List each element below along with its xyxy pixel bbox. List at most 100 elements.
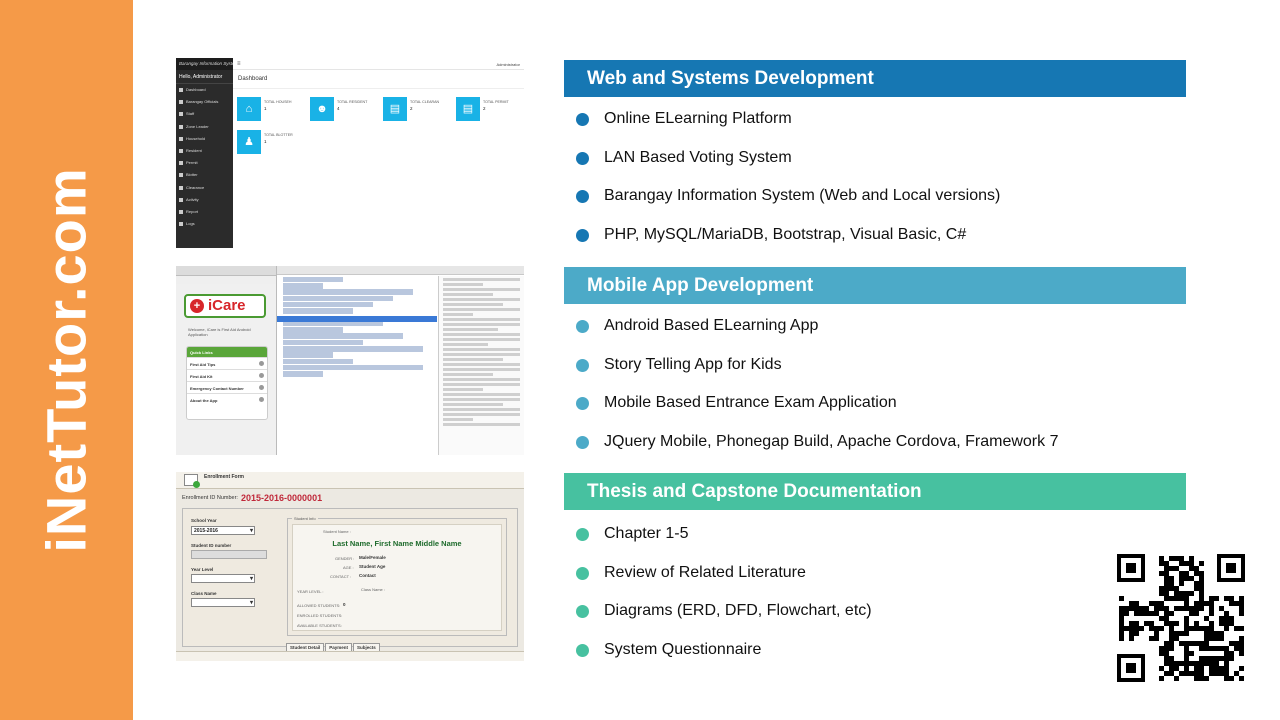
year-level-label: Year Level [191, 567, 214, 572]
qr-module [1159, 676, 1164, 681]
qr-module [1199, 606, 1204, 611]
stat-value: 2 [483, 106, 486, 111]
qr-module [1204, 676, 1209, 681]
list-item: PHP, MySQL/MariaDB, Bootstrap, Visual Ba… [576, 225, 1196, 264]
thesis-services-list: Chapter 1-5 Review of Related Literature… [576, 524, 1196, 678]
qr-module [1189, 591, 1194, 596]
bullet-dot [576, 435, 589, 449]
student-id-label: Student ID number [191, 543, 232, 548]
qr-finder [1117, 554, 1145, 582]
qr-module [1184, 631, 1189, 636]
web-services-list: Online ELearning Platform LAN Based Voti… [576, 109, 1196, 263]
stat-tile: ▤ TOTAL PERMIT 2 [456, 97, 522, 121]
list-item: First Aid Kit [187, 369, 267, 381]
qr-module [1219, 636, 1224, 641]
quick-links-panel: Quick Links First Aid Tips First Aid Kit… [186, 346, 268, 420]
dashboard-menu-item: Permit [176, 157, 233, 169]
qr-module [1169, 646, 1174, 651]
stat-value: 1 [264, 139, 267, 144]
stat-value: 4 [337, 106, 340, 111]
qr-module [1209, 611, 1214, 616]
bullet-dot [576, 605, 589, 618]
qr-module [1169, 611, 1174, 616]
qr-module [1189, 651, 1194, 656]
list-item-text: Review of Related Literature [604, 563, 806, 581]
section-header-web: Web and Systems Development [564, 60, 1186, 97]
file-icon: ▤ [383, 97, 407, 121]
list-item-text: PHP, MySQL/MariaDB, Bootstrap, Visual Ba… [604, 225, 967, 243]
list-item-text: JQuery Mobile, Phonegap Build, Apache Co… [604, 432, 1059, 450]
class-name-label: Class Name [191, 591, 217, 596]
qr-module [1154, 636, 1159, 641]
class-name-small: Class Name : [361, 587, 386, 592]
dashboard-topbar: ≡ Administrator [233, 58, 524, 70]
bullet-dot [576, 397, 589, 410]
stat-value: 2 [410, 106, 413, 111]
enrollment-id-label: Enrollment ID Number: [182, 495, 238, 501]
list-item: Chapter 1-5 [576, 524, 1196, 563]
enrollment-form-screenshot: Enrollment Form Enrollment ID Number: 20… [176, 472, 524, 661]
section-header-thesis: Thesis and Capstone Documentation [564, 473, 1186, 510]
dashboard-menu-item: Zone Leader [176, 121, 233, 133]
stat-tile: ☻ TOTAL RESIDENT 4 [310, 97, 376, 121]
list-item: JQuery Mobile, Phonegap Build, Apache Co… [576, 432, 1196, 471]
stat-label: TOTAL RESIDENT [337, 100, 368, 104]
gender-label: GENDER : [335, 556, 355, 561]
qr-finder [1117, 654, 1145, 682]
dashboard-menu-item: Clearance [176, 182, 233, 194]
list-item-text: Mobile Based Entrance Exam Application [604, 394, 897, 411]
dashboard-screenshot: Barangay Information System Hello, Admin… [176, 58, 524, 248]
qr-module [1214, 596, 1219, 601]
qr-module [1194, 611, 1199, 616]
qr-module [1134, 631, 1139, 636]
qr-module [1239, 651, 1244, 656]
allowed-students-value: 0 [343, 602, 346, 607]
enroll-icon [184, 474, 200, 488]
list-item: First Aid Tips [187, 357, 267, 369]
list-item-text: Online ELearning Platform [604, 110, 792, 127]
list-item: Diagrams (ERD, DFD, Flowchart, etc) [576, 601, 1196, 640]
list-item: Android Based ELearning App [576, 316, 1196, 355]
stat-tile: ▤ TOTAL CLEARAN 2 [383, 97, 449, 121]
file-icon: ▤ [456, 97, 480, 121]
list-item: Story Telling App for Kids [576, 355, 1196, 394]
stat-tile: ⌂ TOTAL HOUSEH 1 [237, 97, 303, 121]
allowed-students-label: ALLOWED STUDENTS: [297, 603, 341, 608]
user-icon: ♟ [237, 130, 261, 154]
student-name: Last Name, First Name Middle Name [332, 539, 462, 548]
enrolled-students-label: ENROLLED STUDENTS: [297, 613, 343, 618]
qr-code-icon [1117, 554, 1245, 682]
dashboard-menu-item: Activity [176, 194, 233, 206]
dashboard-menu-item: Resident [176, 145, 233, 157]
qr-module [1124, 611, 1129, 616]
dashboard-menu-item: Household [176, 133, 233, 145]
stat-label: TOTAL CLEARAN [410, 100, 440, 104]
dashboard-menu-item: Barangay Officials [176, 96, 233, 108]
qr-module [1229, 656, 1234, 661]
student-id-field [191, 550, 267, 559]
qr-module [1179, 581, 1184, 586]
qr-module [1119, 596, 1124, 601]
mobile-app-screenshot: + iCare Welcome, iCare is First Aid Andr… [176, 266, 524, 455]
student-info-title: Student Info [292, 516, 318, 521]
dashboard-sidebar: Barangay Information System Hello, Admin… [176, 58, 233, 248]
qr-module [1119, 636, 1124, 641]
age-label: AGE : [343, 565, 354, 570]
stat-label: TOTAL PERMIT [483, 100, 509, 104]
student-info-group: Student Info Student Name : Last Name, F… [287, 516, 507, 636]
hamburger-icon: ≡ [237, 61, 241, 67]
brand-vertical-text: iNetTutor.com [34, 167, 98, 553]
dashboard-menu-item: Staff [176, 108, 233, 120]
available-students-label: AVAILABLE STUDENTS: [297, 623, 342, 628]
users-icon: ☻ [310, 97, 334, 121]
first-aid-cross-icon: + [190, 299, 204, 313]
app-logo-text: iCare [208, 297, 246, 314]
dashboard-title: Dashboard [238, 76, 268, 82]
age-value: Student Age [359, 564, 386, 569]
contact-label: CONTACT : [330, 574, 352, 579]
list-item-text: Android Based ELearning App [604, 317, 819, 334]
form-footer [176, 651, 524, 661]
qr-module [1139, 626, 1144, 631]
form-tabs: Student Detail Payment Subjects [286, 636, 381, 652]
year-level-small: YEAR LEVEL : [297, 589, 324, 594]
